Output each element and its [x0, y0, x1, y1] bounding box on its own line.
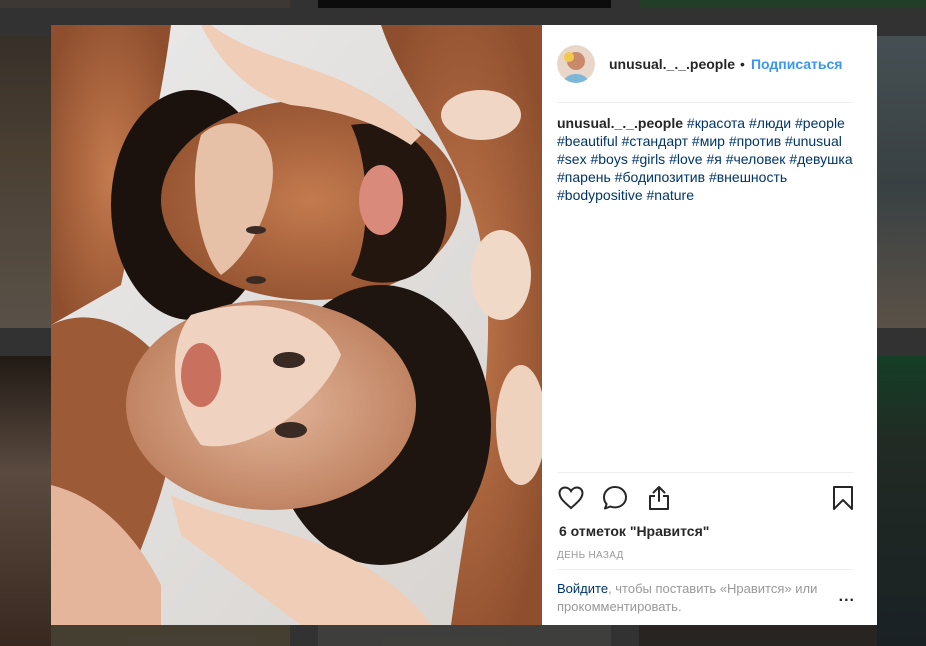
divider — [557, 472, 853, 473]
more-options-button[interactable]: ... — [839, 588, 855, 606]
hashtag-link[interactable]: #стандарт — [622, 133, 688, 149]
login-prompt: Войдите, чтобы поставить «Нравится» или … — [557, 580, 827, 616]
hashtag-link[interactable]: #bodypositive — [557, 187, 643, 203]
hashtag-link[interactable]: #девушка — [789, 151, 852, 167]
bookmark-icon — [833, 486, 853, 510]
likes-count[interactable]: 6 отметок "Нравится" — [559, 523, 709, 539]
avatar-image — [557, 44, 595, 83]
post-caption: unusual._._.people #красота #люди #peopl… — [557, 114, 857, 204]
header-separator: • — [740, 55, 745, 72]
hashtag-link[interactable]: #против — [729, 133, 781, 149]
follow-button[interactable]: Подписаться — [751, 56, 843, 72]
like-button[interactable] — [557, 484, 585, 512]
hashtag-link[interactable]: #girls — [632, 151, 665, 167]
hashtag-link[interactable]: #love — [669, 151, 702, 167]
avatar[interactable] — [557, 44, 595, 83]
hashtag-link[interactable]: #бодипозитив — [615, 169, 705, 185]
heart-icon — [558, 486, 584, 510]
hashtag-link[interactable]: #я — [706, 151, 721, 167]
post-photo[interactable] — [51, 25, 542, 625]
hashtag-link[interactable]: #красота — [687, 115, 745, 131]
hashtag-link[interactable]: #люди — [749, 115, 791, 131]
post-username[interactable]: unusual._._.people — [609, 56, 735, 72]
post-modal: unusual._._.people • Подписаться unusual… — [51, 25, 877, 625]
comment-button[interactable] — [601, 484, 629, 512]
post-actions — [557, 484, 853, 514]
caption-username[interactable]: unusual._._.people — [557, 115, 683, 131]
photo-illustration — [51, 25, 542, 625]
hashtag-link[interactable]: #unusual — [785, 133, 842, 149]
hashtag-link[interactable]: #sex — [557, 151, 587, 167]
hashtag-link[interactable]: #beautiful — [557, 133, 618, 149]
login-link[interactable]: Войдите — [557, 581, 608, 596]
divider — [557, 569, 853, 570]
hashtag-link[interactable]: #парень — [557, 169, 611, 185]
hashtag-link[interactable]: #человек — [726, 151, 786, 167]
hashtag-link[interactable]: #мир — [692, 133, 725, 149]
comment-icon — [603, 486, 627, 510]
post-timestamp[interactable]: ДЕНЬ НАЗАД — [557, 550, 624, 561]
post-header: unusual._._.people • Подписаться — [557, 25, 853, 103]
post-sidebar: unusual._._.people • Подписаться unusual… — [542, 25, 877, 625]
share-icon — [649, 486, 669, 510]
share-button[interactable] — [645, 484, 673, 512]
hashtag-link[interactable]: #people — [795, 115, 845, 131]
hashtag-link[interactable]: #внешность — [709, 169, 787, 185]
hashtag-link[interactable]: #nature — [647, 187, 694, 203]
save-button[interactable] — [829, 484, 857, 512]
hashtag-link[interactable]: #boys — [590, 151, 627, 167]
